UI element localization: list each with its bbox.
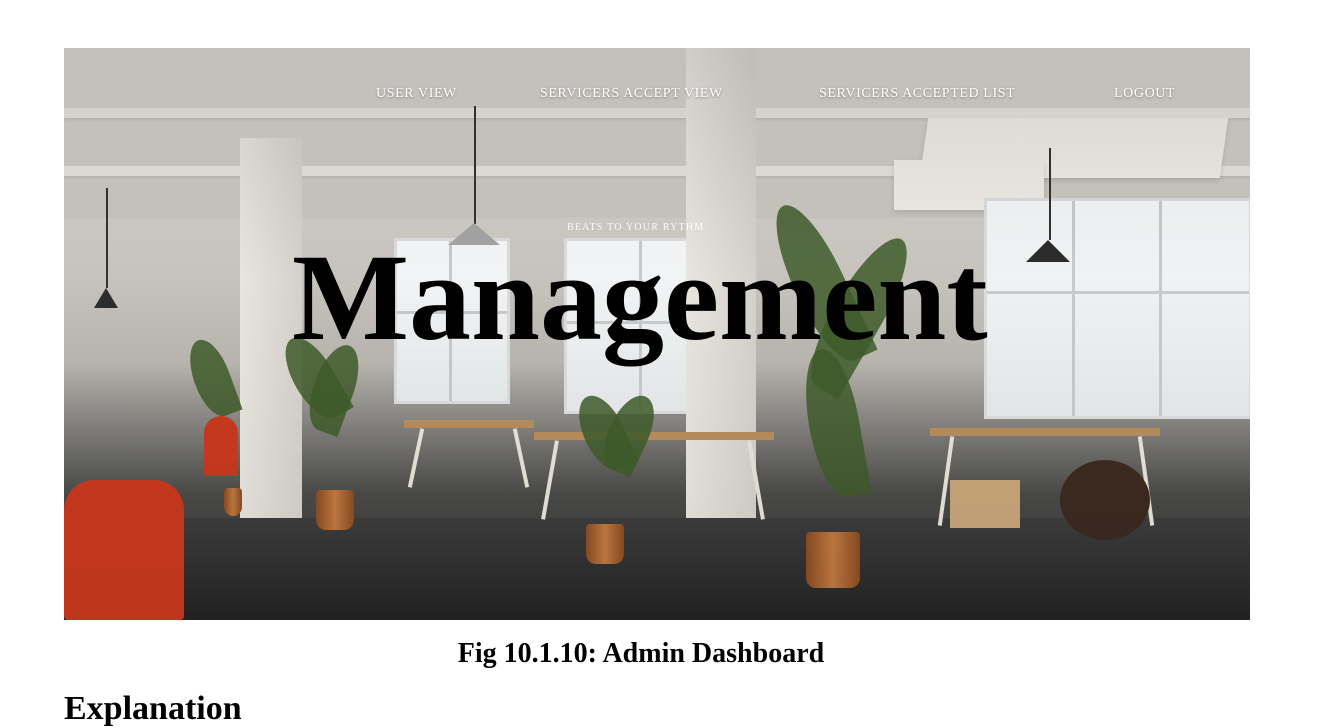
top-navigation: USER VIEW SERVICERS ACCEPT VIEW SERVICER… (64, 86, 1250, 106)
nav-user-view[interactable]: USER VIEW (376, 86, 457, 102)
hero-banner: USER VIEW SERVICERS ACCEPT VIEW SERVICER… (64, 48, 1250, 620)
nav-servicers-accept-view[interactable]: SERVICERS ACCEPT VIEW (540, 86, 723, 102)
hero-headline: Management (292, 229, 988, 366)
section-heading: Explanation (64, 690, 242, 727)
nav-servicers-accepted-list[interactable]: SERVICERS ACCEPTED LIST (819, 86, 1015, 102)
figure-caption: Fig 10.1.10: Admin Dashboard (457, 638, 825, 669)
nav-logout[interactable]: LOGOUT (1114, 86, 1175, 102)
